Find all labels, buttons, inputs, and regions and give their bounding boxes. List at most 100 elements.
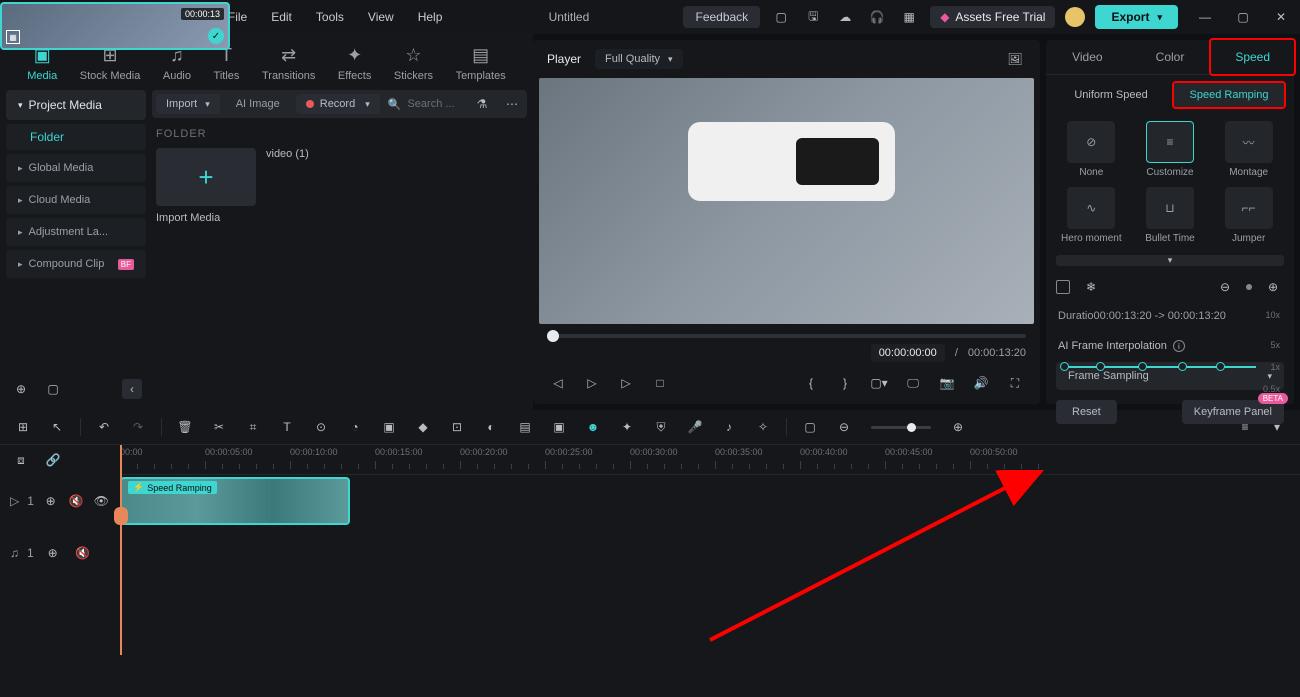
mic-icon[interactable]: 🎤	[684, 416, 706, 438]
snapshot-icon[interactable]: 🖼	[1004, 48, 1026, 70]
minimize-icon[interactable]: —	[1194, 6, 1216, 28]
smart-icon[interactable]: ☻	[582, 416, 604, 438]
shield-icon[interactable]: ⛨	[650, 416, 672, 438]
chroma-icon[interactable]: ◐	[480, 416, 502, 438]
sidebar-adjustment[interactable]: Adjustment La...	[6, 218, 146, 246]
quality-dropdown[interactable]: Full Quality	[595, 49, 683, 69]
clip-thumbnail[interactable]: 00:00:13 ▦ ✓	[0, 2, 230, 50]
speed-icon[interactable]: ⊙	[310, 416, 332, 438]
link-icon[interactable]: 🔗	[42, 449, 64, 471]
track-add-icon[interactable]: ⊕	[42, 490, 59, 512]
search-input[interactable]: Search ...	[388, 98, 463, 111]
export-button[interactable]: Export▾	[1095, 5, 1178, 29]
apps-icon[interactable]: ▦	[898, 6, 920, 28]
color-icon[interactable]: ◔	[344, 416, 366, 438]
assets-trial-button[interactable]: Assets Free Trial	[930, 6, 1055, 28]
fullscreen-icon[interactable]: ⛶	[1004, 372, 1026, 394]
prop-tab-video[interactable]: Video	[1046, 40, 1129, 74]
sidebar-header[interactable]: ▾Project Media	[6, 90, 146, 120]
menu-view[interactable]: View	[356, 10, 406, 24]
music-icon[interactable]: ♪	[718, 416, 740, 438]
sidebar-folder[interactable]: Folder	[6, 124, 146, 150]
import-media-tile[interactable]: +	[156, 148, 256, 206]
folder-icon[interactable]: ▢	[42, 378, 64, 400]
track-eye-icon[interactable]: 👁	[93, 490, 110, 512]
expand-presets[interactable]: ▾	[1056, 255, 1284, 266]
tab-templates[interactable]: ▤Templates	[452, 42, 510, 84]
camera-icon[interactable]: 📷	[936, 372, 958, 394]
redo-icon[interactable]: ↷	[127, 416, 149, 438]
tab-effects[interactable]: ✦Effects	[334, 42, 375, 84]
seek-slider[interactable]	[547, 334, 1026, 338]
sparkle-icon[interactable]: ✧	[752, 416, 774, 438]
audio-add-icon[interactable]: ⊕	[42, 542, 64, 564]
preset-hero[interactable]: ∿Hero moment	[1056, 187, 1127, 245]
reset-button[interactable]: Reset	[1056, 400, 1117, 424]
preset-customize[interactable]: ≡Customize	[1135, 121, 1206, 179]
preset-none[interactable]: ⊘None	[1056, 121, 1127, 179]
playhead[interactable]	[120, 445, 122, 655]
stop-icon[interactable]: □	[649, 372, 671, 394]
speed-ramping-tab[interactable]: Speed Ramping	[1174, 83, 1284, 107]
menu-help[interactable]: Help	[406, 10, 455, 24]
audio-mute-icon[interactable]: 🔇	[72, 542, 94, 564]
keyframe-panel-button[interactable]: Keyframe PanelBETA	[1182, 400, 1284, 424]
ratio-icon[interactable]: ▢▾	[868, 372, 890, 394]
timeline-clip[interactable]: ⚡Speed Ramping	[120, 477, 350, 525]
delete-icon[interactable]: 🗑	[174, 416, 196, 438]
info-icon[interactable]: i	[1173, 340, 1185, 352]
volume-icon[interactable]: 🔊	[970, 372, 992, 394]
filter-icon[interactable]: ⚗	[471, 93, 493, 115]
save-icon[interactable]: 🖫	[802, 6, 824, 28]
record-button[interactable]: Record▾	[296, 94, 380, 114]
layout-icon[interactable]: ▢	[770, 6, 792, 28]
preset-montage[interactable]: 〰Montage	[1213, 121, 1284, 179]
prop-tab-color[interactable]: Color	[1129, 40, 1212, 74]
mark-in-icon[interactable]: {	[800, 372, 822, 394]
zoom-slider[interactable]	[871, 426, 931, 429]
layers-icon[interactable]: ▤	[514, 416, 536, 438]
avatar[interactable]	[1065, 7, 1085, 27]
tab-transitions[interactable]: ⇄Transitions	[258, 42, 319, 84]
tl-grid-icon[interactable]: ⊞	[12, 416, 34, 438]
cut-icon[interactable]: ✂	[208, 416, 230, 438]
undo-icon[interactable]: ↶	[93, 416, 115, 438]
ai-image-button[interactable]: AI Image	[228, 94, 288, 114]
more-icon[interactable]: ⋯	[501, 93, 523, 115]
new-folder-icon[interactable]: ⊕	[10, 378, 32, 400]
collapse-sidebar-icon[interactable]: ‹	[122, 379, 142, 399]
track-mute-icon[interactable]: 🔇	[67, 490, 84, 512]
snowflake-icon[interactable]: ❄	[1080, 276, 1102, 298]
menu-tools[interactable]: Tools	[304, 10, 356, 24]
feedback-button[interactable]: Feedback	[683, 6, 760, 28]
import-dropdown[interactable]: Import	[156, 94, 220, 114]
display-icon[interactable]: 🖵	[902, 372, 924, 394]
mark-out-icon[interactable]: }	[834, 372, 856, 394]
magnet-icon[interactable]: ⧈	[10, 449, 32, 471]
mask-icon[interactable]: ▣	[378, 416, 400, 438]
tab-stickers[interactable]: ☆Stickers	[390, 42, 437, 84]
cloud-icon[interactable]: ☁	[834, 6, 856, 28]
preset-jumper[interactable]: ⌐⌐Jumper	[1213, 187, 1284, 245]
headphones-icon[interactable]: 🎧	[866, 6, 888, 28]
zoom-in-icon[interactable]: ⊕	[947, 416, 969, 438]
maximize-icon[interactable]: ▢	[1232, 6, 1254, 28]
keyframe-icon[interactable]: ◆	[412, 416, 434, 438]
uniform-speed-tab[interactable]: Uniform Speed	[1056, 83, 1166, 107]
tl-cursor-icon[interactable]: ↖	[46, 416, 68, 438]
remove-keyframe-icon[interactable]: ⊖	[1214, 276, 1236, 298]
marker-icon[interactable]: ▢	[799, 416, 821, 438]
text-icon[interactable]: T	[276, 416, 298, 438]
next-frame-icon[interactable]: ▷	[615, 372, 637, 394]
sidebar-global[interactable]: Global Media	[6, 154, 146, 182]
tracking-icon[interactable]: ⊡	[446, 416, 468, 438]
zoom-out-icon[interactable]: ⊖	[833, 416, 855, 438]
add-keyframe-icon[interactable]: ⊕	[1262, 276, 1284, 298]
menu-edit[interactable]: Edit	[259, 10, 304, 24]
prop-tab-speed[interactable]: Speed	[1211, 40, 1294, 74]
time-ruler[interactable]: 00:0000:00:05:0000:00:10:0000:00:15:0000…	[120, 445, 1300, 475]
close-icon[interactable]: ✕	[1270, 6, 1292, 28]
freeze-toggle[interactable]	[1056, 280, 1070, 294]
crop-icon[interactable]: ⌗	[242, 416, 264, 438]
prev-frame-icon[interactable]: ◁	[547, 372, 569, 394]
